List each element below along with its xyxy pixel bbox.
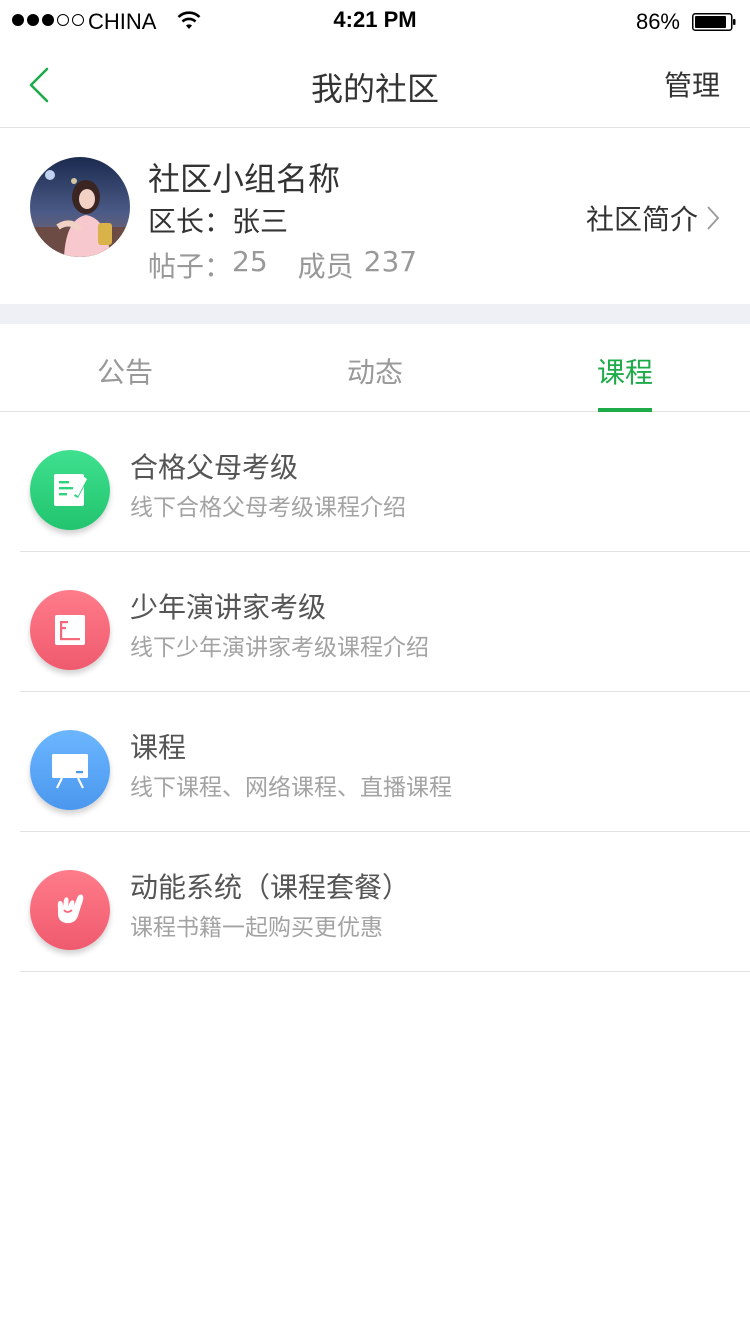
list-item[interactable]: 合格父母考级 线下合格父母考级课程介绍	[20, 412, 750, 552]
group-avatar[interactable]	[30, 157, 130, 257]
tab-label: 动态	[346, 356, 403, 389]
course-subtitle: 线下合格父母考级课程介绍	[130, 495, 406, 521]
tab-updates[interactable]: 动态	[250, 324, 500, 411]
section-divider	[0, 304, 750, 324]
community-intro-link[interactable]: 社区简介	[586, 198, 720, 238]
tab-label: 课程	[596, 356, 653, 389]
battery-percentage: 86%	[635, 9, 680, 34]
posts-label: 帖子：	[148, 250, 233, 283]
edit-note-icon	[30, 450, 110, 530]
battery-icon	[692, 13, 736, 31]
presentation-board-icon	[30, 730, 110, 810]
course-list: 合格父母考级 线下合格父母考级课程介绍 少年演讲家考级 线下少年演讲家考级课程介…	[0, 412, 750, 972]
members-count: 237	[363, 245, 418, 278]
posts-count: 25	[232, 245, 268, 278]
course-title: 课程	[130, 731, 187, 764]
leader-name: 张三	[232, 205, 289, 238]
group-info-card: 社区小组名称 区长：张三 帖子： 25 成员 237 社区简介	[0, 128, 750, 304]
group-stats: 帖子： 25 成员 237	[148, 245, 417, 285]
course-title: 动能系统（课程套餐）	[130, 871, 411, 904]
document-icon	[30, 590, 110, 670]
hand-gesture-icon	[30, 870, 110, 950]
status-bar: CHINA 4:21 PM 86%	[0, 0, 750, 40]
page-title: 我的社区	[310, 70, 439, 108]
course-title: 合格父母考级	[130, 451, 299, 484]
list-item[interactable]: 少年演讲家考级 线下少年演讲家考级课程介绍	[20, 552, 750, 692]
tab-courses[interactable]: 课程	[500, 324, 750, 412]
list-item[interactable]: 课程 线下课程、网络课程、直播课程	[20, 692, 750, 832]
leader-label: 区长：	[148, 205, 233, 238]
community-intro-label: 社区简介	[585, 203, 698, 236]
group-leader: 区长：张三	[148, 200, 288, 240]
chevron-right-icon	[707, 206, 720, 230]
manage-button[interactable]: 管理	[664, 64, 720, 104]
course-subtitle: 线下课程、网络课程、直播课程	[130, 775, 452, 801]
list-item[interactable]: 动能系统（课程套餐） 课程书籍一起购买更优惠	[20, 832, 750, 972]
course-title: 少年演讲家考级	[130, 591, 327, 624]
course-subtitle: 线下少年演讲家考级课程介绍	[130, 635, 429, 661]
tab-label: 公告	[96, 356, 153, 389]
tab-announcements[interactable]: 公告	[0, 324, 250, 411]
nav-bar: 我的社区 管理	[0, 40, 750, 128]
members-label: 成员	[297, 250, 354, 283]
tab-bar: 公告 动态 课程	[0, 324, 750, 412]
group-name: 社区小组名称	[148, 160, 341, 198]
course-subtitle: 课程书籍一起购买更优惠	[130, 915, 383, 941]
